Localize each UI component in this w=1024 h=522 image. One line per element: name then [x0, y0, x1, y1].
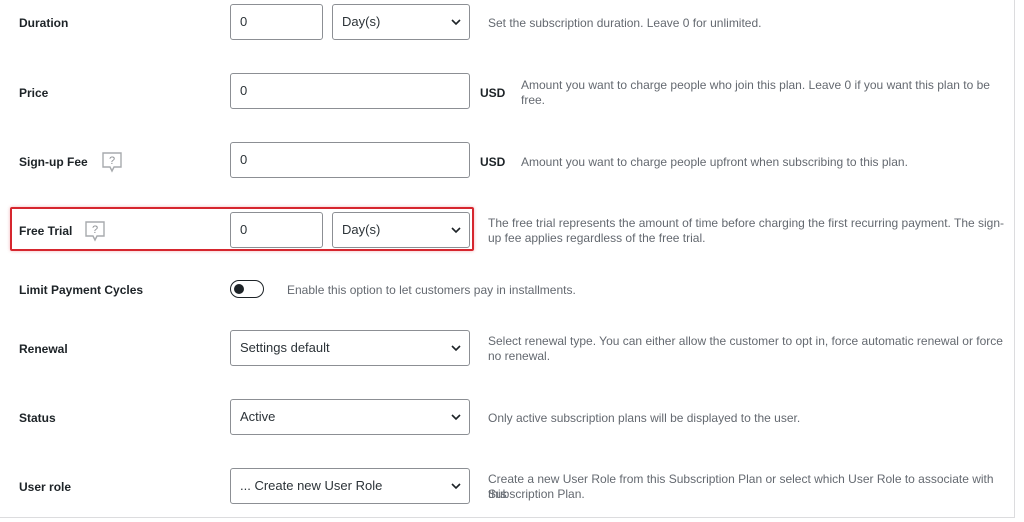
- renewal-description-line1: Select renewal type. You can either allo…: [488, 334, 1003, 348]
- duration-unit-value: Day(s): [342, 14, 381, 29]
- chevron-down-icon: [451, 414, 461, 421]
- signup-fee-currency: USD: [480, 155, 506, 169]
- status-selected-value: Active: [240, 409, 276, 424]
- price-description-line2: free.: [521, 93, 546, 107]
- chevron-down-icon: [451, 227, 461, 234]
- question-tooltip-icon[interactable]: ?: [84, 220, 106, 242]
- svg-text:?: ?: [109, 155, 115, 167]
- toggle-knob: [234, 284, 244, 294]
- limit-payment-cycles-label: Limit Payment Cycles: [19, 283, 144, 297]
- price-label: Price: [19, 86, 49, 100]
- free-trial-description-line2: up fee applies regardless of the free tr…: [488, 231, 706, 245]
- free-trial-unit-value: Day(s): [342, 222, 381, 237]
- user-role-selected-value: ... Create new User Role: [240, 478, 383, 493]
- renewal-description-line2: no renewal.: [488, 349, 551, 363]
- renewal-selected-value: Settings default: [240, 340, 330, 355]
- renewal-select[interactable]: Settings default: [230, 330, 470, 366]
- duration-label: Duration: [19, 16, 69, 30]
- limit-payment-cycles-description: Enable this option to let customers pay …: [287, 283, 576, 297]
- limit-payment-cycles-toggle[interactable]: [230, 280, 264, 298]
- price-description-line1: Amount you want to charge people who joi…: [521, 78, 990, 92]
- free-trial-description-line1: The free trial represents the amount of …: [488, 216, 1005, 230]
- signup-fee-label: Sign-up Fee: [19, 155, 88, 169]
- chevron-down-icon: [451, 19, 461, 26]
- free-trial-unit-select[interactable]: Day(s): [332, 212, 470, 248]
- signup-fee-description: Amount you want to charge people upfront…: [521, 155, 908, 169]
- duration-unit-select[interactable]: Day(s): [332, 4, 470, 40]
- user-role-label: User role: [19, 480, 72, 494]
- free-trial-input[interactable]: 0: [230, 212, 323, 248]
- duration-input[interactable]: 0: [230, 4, 323, 40]
- signup-fee-input[interactable]: 0: [230, 142, 470, 178]
- user-role-select[interactable]: ... Create new User Role: [230, 468, 470, 504]
- status-label: Status: [19, 411, 56, 425]
- chevron-down-icon: [451, 483, 461, 490]
- chevron-down-icon: [451, 345, 461, 352]
- status-description: Only active subscription plans will be d…: [488, 411, 801, 425]
- price-currency: USD: [480, 86, 506, 100]
- duration-description: Set the subscription duration. Leave 0 f…: [488, 16, 762, 30]
- user-role-description-line2: Subscription Plan.: [488, 487, 585, 501]
- renewal-label: Renewal: [19, 342, 68, 356]
- question-tooltip-icon[interactable]: ?: [101, 151, 123, 173]
- free-trial-label: Free Trial: [19, 224, 73, 238]
- status-select[interactable]: Active: [230, 399, 470, 435]
- subscription-plan-settings-panel: Duration 0 Day(s) Set the subscription d…: [0, 0, 1015, 518]
- svg-text:?: ?: [92, 224, 98, 236]
- price-input[interactable]: 0: [230, 73, 470, 109]
